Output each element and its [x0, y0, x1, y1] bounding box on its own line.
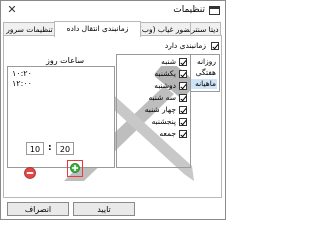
schedule-enabled-checkbox[interactable]	[211, 42, 219, 50]
schedule-enabled-label: زمانبندی دارد	[164, 41, 206, 50]
window-title: تنظیمات	[173, 5, 205, 15]
tab-server-settings[interactable]: تنظیمات سرور	[3, 22, 56, 36]
day-label: جمعه	[159, 129, 176, 138]
hour-input[interactable]: 10	[26, 142, 44, 155]
day-label: دوشنبه	[154, 81, 176, 90]
day-checkbox[interactable]	[179, 106, 187, 114]
hours-label: ساعات روز	[46, 56, 85, 65]
hour-item[interactable]: ۱۲:۰۰	[12, 79, 32, 88]
period-daily[interactable]: روزانه	[191, 57, 217, 67]
day-row[interactable]: پنجشنبه	[117, 117, 188, 128]
day-label: سه شنبه	[148, 93, 176, 102]
day-row[interactable]: شنبه	[117, 57, 188, 68]
day-checkbox[interactable]	[179, 70, 187, 78]
remove-time-button[interactable]	[24, 167, 36, 179]
day-row[interactable]: دوشنبه	[117, 81, 188, 92]
time-separator: :	[48, 143, 52, 153]
settings-window: ✕ تنظیمات دیتا سنتر حضور غیاب (وب) زمانب…	[0, 0, 226, 220]
close-button[interactable]: ✕	[5, 3, 19, 17]
day-row[interactable]: سه شنبه	[117, 93, 188, 104]
tab-data-center[interactable]: دیتا سنتر	[189, 22, 221, 36]
app-icon	[209, 6, 220, 15]
period-list[interactable]: روزانه هفتگی ماهیانه	[190, 54, 220, 92]
day-checkbox[interactable]	[179, 58, 187, 66]
hour-item[interactable]: ۱۰:۲۰	[12, 69, 32, 78]
day-label: چهار شنبه	[144, 105, 176, 114]
period-weekly[interactable]: هفتگی	[191, 68, 217, 78]
add-icon	[70, 163, 80, 173]
tab-strip: دیتا سنتر حضور غیاب (وب) زمانبندی انتقال…	[1, 21, 225, 37]
schedule-panel: زمانبندی دارد روزانه هفتگی ماهیانه شنبه …	[3, 35, 222, 198]
period-monthly[interactable]: ماهیانه	[191, 79, 217, 89]
day-checkbox[interactable]	[179, 82, 187, 90]
day-label: پنجشنبه	[151, 117, 176, 126]
title-bar: ✕ تنظیمات	[1, 1, 225, 21]
day-checkbox[interactable]	[179, 130, 187, 138]
day-row[interactable]: چهار شنبه	[117, 105, 188, 116]
day-checkbox[interactable]	[179, 94, 187, 102]
day-row[interactable]: جمعه	[117, 129, 188, 140]
ok-button[interactable]: تایید	[73, 202, 135, 216]
cancel-button[interactable]: انصراف	[7, 202, 69, 216]
tab-transfer-schedule[interactable]: زمانبندی انتقال داده	[54, 21, 141, 37]
day-label: یکشنبه	[154, 69, 176, 78]
add-time-button[interactable]	[67, 160, 83, 177]
day-row[interactable]: یکشنبه	[117, 69, 188, 80]
minute-input[interactable]: 20	[56, 142, 74, 155]
day-list: شنبه یکشنبه دوشنبه سه شنبه چهار شنبه پنج…	[116, 54, 191, 168]
tab-web-attendance[interactable]: حضور غیاب (وب)	[138, 22, 191, 36]
day-label: شنبه	[161, 57, 176, 66]
day-checkbox[interactable]	[179, 118, 187, 126]
